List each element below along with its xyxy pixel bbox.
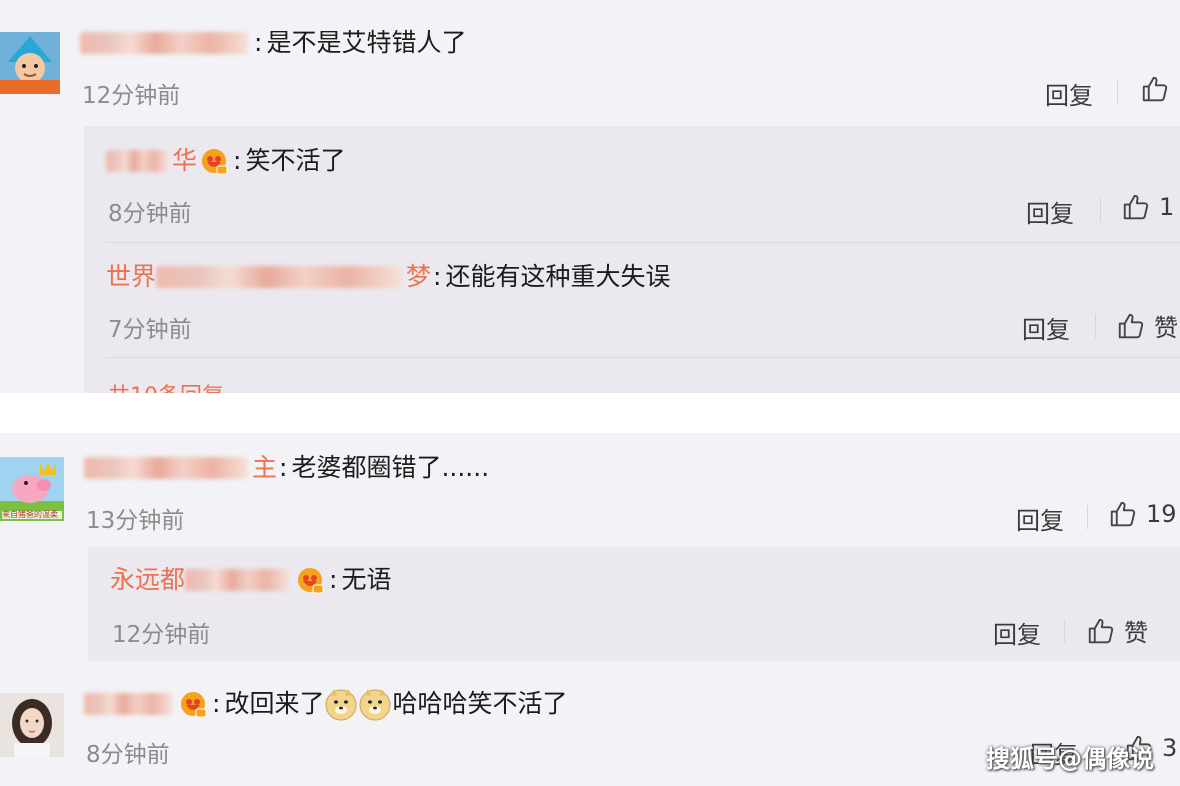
reply-line: 华 : 笑不活了 — [106, 144, 345, 178]
like-button[interactable] — [1140, 74, 1178, 104]
reply-button[interactable]: 回复 — [1022, 310, 1070, 345]
top-comment-panel: : 是不是艾特错人了 12分钟前 回复 华 : 笑不活了 8分钟前 回复 1 世… — [0, 0, 1180, 393]
vip-crown-icon — [298, 568, 324, 594]
username-blurred[interactable] — [80, 32, 248, 54]
like-button[interactable]: 1 — [1121, 192, 1174, 222]
reply-button[interactable]: 回复 — [1026, 194, 1074, 229]
username-blurred[interactable] — [185, 569, 290, 591]
reply-divider — [106, 242, 1180, 243]
like-count: 1 — [1159, 193, 1175, 221]
thumbs-up-icon — [1088, 618, 1114, 643]
vip-crown-icon — [181, 692, 207, 718]
like-button[interactable]: 赞 — [1086, 613, 1148, 648]
vip-crown-icon — [202, 149, 228, 175]
reply-button[interactable]: 回复 — [1045, 76, 1093, 111]
reply-text: 还能有这种重大失误 — [445, 262, 671, 291]
reply-time: 8分钟前 — [108, 201, 192, 227]
comment-time: 13分钟前 — [86, 508, 185, 534]
watermark: 搜狐号@偶像说 — [986, 745, 1154, 773]
thumbs-up-icon — [1110, 501, 1136, 527]
comment-text: 改回来了 — [224, 689, 325, 718]
reply-time: 7分钟前 — [108, 317, 192, 343]
user-avatar[interactable]: 来自猪爸的温柔 — [0, 457, 64, 521]
like-label: 赞 — [1124, 619, 1148, 647]
comment-line: : 改回来了 哈哈哈笑不活了 — [84, 687, 567, 721]
like-button[interactable]: 赞 — [1116, 308, 1178, 343]
comment-text-suffix: 哈哈哈笑不活了 — [392, 689, 568, 718]
like-button[interactable]: 19 — [1108, 499, 1177, 529]
like-label: 赞 — [1154, 314, 1178, 342]
username-blurred[interactable] — [84, 457, 248, 479]
doge-emoji-icon — [359, 689, 391, 721]
reply-username[interactable]: 永远都 — [110, 563, 185, 597]
reply-text: 笑不活了 — [245, 146, 346, 175]
comment-time: 12分钟前 — [82, 83, 181, 109]
reply-divider — [106, 357, 1180, 358]
reply-button[interactable]: 回复 — [993, 615, 1041, 650]
divider — [1095, 314, 1096, 338]
username-blurred[interactable] — [156, 266, 403, 288]
comment-line: 主 : 老婆都圈错了...... — [84, 451, 489, 485]
divider — [1064, 619, 1065, 643]
divider — [1117, 80, 1118, 104]
comment-text: 是不是艾特错人了 — [266, 28, 467, 57]
user-avatar[interactable] — [0, 32, 60, 94]
more-replies-link[interactable]: 共10条回复 — [108, 378, 224, 393]
reply-button[interactable]: 回复 — [1016, 501, 1064, 536]
reply-username[interactable]: 世界 — [106, 260, 156, 294]
reply-time: 12分钟前 — [112, 622, 211, 648]
bottom-comment-panel: 来自猪爸的温柔 主 : 老婆都圈错了...... 13分钟前 回复 19 永远都… — [0, 433, 1180, 786]
replies-box: 华 : 笑不活了 8分钟前 回复 1 世界 梦 : 还能有这种重大失误 7分钟前 — [84, 126, 1180, 393]
comment-line: : 是不是艾特错人了 — [80, 26, 466, 60]
thumbs-up-icon — [1123, 194, 1149, 220]
reply-text: 无语 — [341, 565, 392, 594]
user-avatar[interactable] — [0, 693, 64, 757]
like-count: 19 — [1146, 500, 1177, 528]
thumbs-up-icon — [1118, 313, 1144, 338]
comment-text: 老婆都圈错了...... — [291, 453, 490, 482]
replies-box: 永远都 : 无语 12分钟前 回复 赞 — [88, 547, 1180, 661]
reply-username-end[interactable]: 梦 — [406, 260, 431, 294]
avatar-caption: 来自猪爸的温柔 — [2, 510, 58, 519]
reply-line: 世界 梦 : 还能有这种重大失误 — [106, 260, 670, 294]
comment-time: 8分钟前 — [86, 742, 170, 768]
screenshot-gap — [0, 393, 1180, 433]
reply-username[interactable]: 华 — [172, 144, 197, 178]
doge-emoji-icon — [325, 689, 357, 721]
like-count: 3 — [1162, 734, 1178, 762]
divider — [1087, 505, 1088, 529]
divider — [1100, 198, 1101, 222]
username-blurred[interactable] — [84, 693, 172, 715]
reply-line: 永远都 : 无语 — [110, 563, 391, 597]
thumbs-up-icon — [1142, 76, 1168, 102]
comment-username-end[interactable]: 主 — [252, 451, 277, 485]
username-blurred[interactable] — [106, 150, 168, 172]
